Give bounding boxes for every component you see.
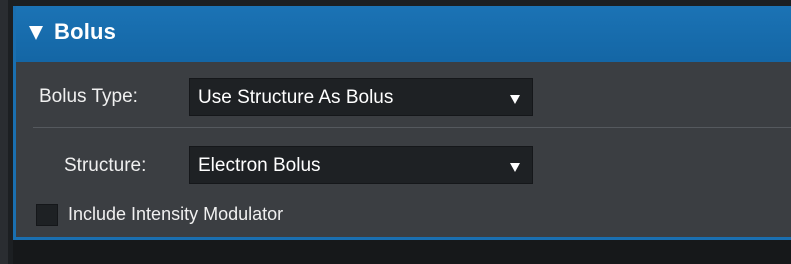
- bottom-bar: [13, 240, 791, 264]
- include-intensity-modulator-checkbox[interactable]: [36, 204, 58, 226]
- collapse-triangle-icon[interactable]: [29, 26, 43, 40]
- divider: [33, 127, 791, 128]
- structure-value: Electron Bolus: [198, 155, 321, 176]
- left-edge-strip: [0, 0, 8, 264]
- structure-label: Structure:: [64, 155, 147, 176]
- include-intensity-modulator-label[interactable]: Include Intensity Modulator: [68, 204, 283, 225]
- bolus-type-dropdown[interactable]: Use Structure As Bolus: [189, 78, 533, 116]
- panel-title: Bolus: [54, 19, 117, 44]
- bolus-type-label: Bolus Type:: [39, 86, 138, 107]
- chevron-down-icon: [510, 95, 520, 104]
- structure-dropdown[interactable]: Electron Bolus: [189, 146, 533, 184]
- chevron-down-icon: [510, 163, 520, 172]
- bolus-panel-header[interactable]: Bolus: [16, 6, 791, 62]
- bolus-panel: Bolus Bolus Type: Use Structure As Bolus…: [13, 6, 791, 240]
- bolus-type-value: Use Structure As Bolus: [198, 87, 394, 108]
